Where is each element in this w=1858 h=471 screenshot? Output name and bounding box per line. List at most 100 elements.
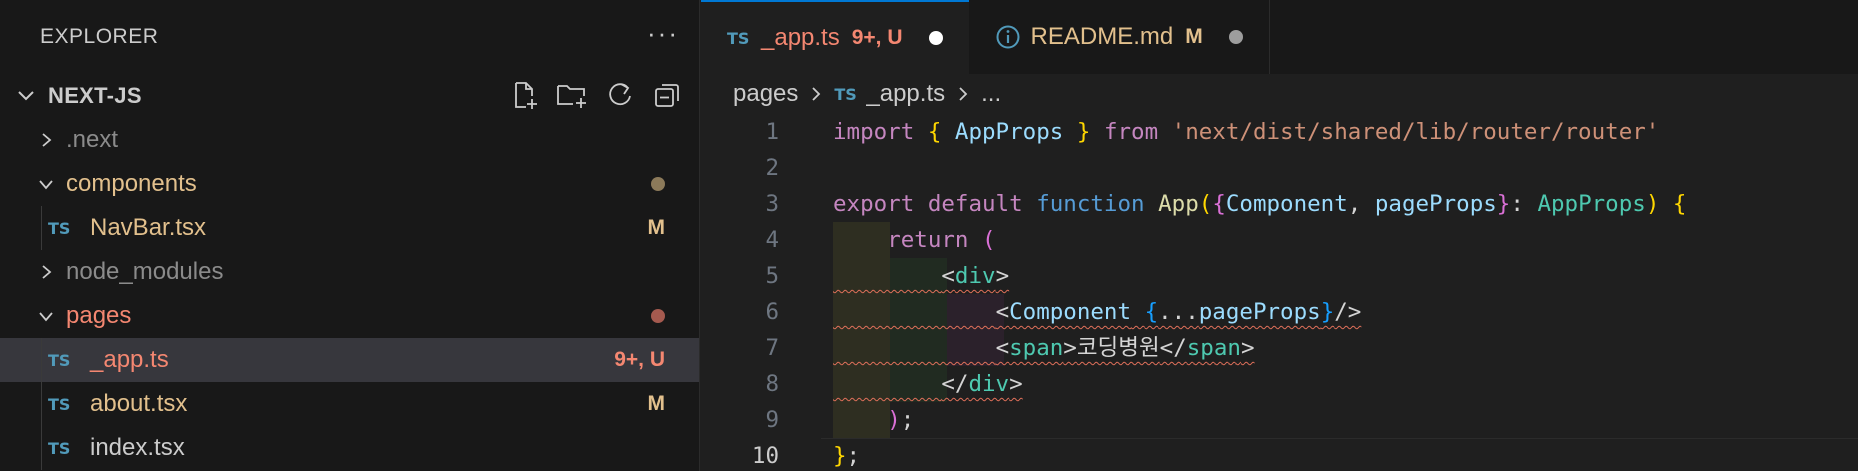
code-text: </div>: [833, 366, 1023, 402]
code-token: div: [954, 263, 996, 289]
tab-readme[interactable]: README.md M: [968, 0, 1270, 74]
typescript-icon: TS: [834, 84, 857, 104]
refresh-icon[interactable]: [603, 78, 637, 112]
code-token: default: [927, 191, 1023, 217]
chevron-right-icon: [955, 85, 971, 103]
code-token: 'next/dist/shared/lib/router/router': [1171, 119, 1660, 145]
breadcrumb-symbol[interactable]: ...: [981, 80, 1001, 108]
line-number: 2: [765, 155, 779, 181]
unsaved-dot-icon[interactable]: [1228, 30, 1243, 44]
code-token: </: [941, 371, 969, 397]
more-actions-icon[interactable]: ···: [647, 20, 679, 46]
breadcrumb-file[interactable]: _app.ts: [866, 80, 945, 108]
chevron-right-icon: [808, 85, 824, 103]
typescript-icon: TS: [48, 350, 71, 370]
line-number: 1: [765, 119, 779, 145]
project-name: NEXT-JS: [48, 83, 142, 108]
line-number: 10: [751, 443, 779, 469]
tree-item-label: pages: [66, 302, 132, 329]
error-dot: [651, 309, 665, 323]
code-token: div: [968, 371, 1010, 397]
code-token: ;: [900, 407, 915, 433]
code-line[interactable]: 1 import { AppProps } from 'next/dist/sha…: [701, 114, 1858, 150]
indent-guide: [41, 338, 42, 382]
tree-file-app[interactable]: TS _app.ts 9+, U: [0, 338, 699, 382]
tree-file-about[interactable]: TS about.tsx M: [0, 382, 699, 426]
code-token: />: [1334, 299, 1362, 325]
code-token: >: [995, 263, 1010, 289]
code-line[interactable]: 8 </div>: [701, 366, 1858, 402]
typescript-icon: TS: [48, 218, 71, 238]
explorer-header: EXPLORER ···: [0, 0, 699, 74]
code-token: Component: [1009, 299, 1132, 325]
code-editor[interactable]: 1 import { AppProps } from 'next/dist/sha…: [701, 114, 1858, 471]
tree-folder-pages[interactable]: pages: [0, 294, 699, 338]
code-token: ...: [1158, 299, 1199, 325]
tree-item-label: node_modules: [66, 258, 224, 285]
code-line[interactable]: 2: [701, 150, 1858, 186]
tree-item-label: NavBar.tsx: [90, 214, 207, 241]
code-text: <span>코딩병원</span>: [833, 330, 1255, 366]
git-status-badge: M: [647, 216, 666, 239]
code-token: ;: [846, 443, 861, 469]
new-file-icon[interactable]: [507, 78, 541, 112]
code-token: span: [1009, 335, 1064, 361]
code-token: Component: [1225, 191, 1348, 217]
code-line[interactable]: 7 <span>코딩병원</span>: [701, 330, 1858, 366]
tree-item-label: about.tsx: [90, 390, 188, 417]
chevron-down-icon: [32, 170, 60, 198]
code-token: }: [1076, 119, 1091, 145]
code-token: >: [1009, 371, 1023, 397]
tree-file-navbar[interactable]: TS NavBar.tsx M: [0, 206, 699, 250]
code-line[interactable]: 10};: [701, 438, 1858, 471]
indent-guide: [41, 206, 42, 250]
tree-item-label: components: [66, 170, 197, 197]
code-text: <div>: [833, 258, 1009, 294]
code-token: ): [1645, 191, 1660, 217]
code-text: <Component {...pageProps}/>: [833, 294, 1362, 330]
project-header[interactable]: NEXT-JS: [0, 74, 699, 118]
editor-area: TS _app.ts 9+, U README.md M pages TS _a…: [701, 0, 1858, 471]
breadcrumb-folder[interactable]: pages: [733, 80, 798, 108]
project-actions: [507, 78, 685, 112]
unsaved-dot-icon[interactable]: [928, 31, 943, 45]
typescript-icon: TS: [48, 438, 71, 458]
code-line[interactable]: 4 return (: [701, 222, 1858, 258]
code-text: return (: [833, 222, 995, 258]
line-number: 5: [765, 263, 779, 289]
tree-folder-components[interactable]: components: [0, 162, 699, 206]
code-line[interactable]: 5 <div>: [701, 258, 1858, 294]
line-number: 3: [765, 191, 779, 217]
tree-item-label: index.tsx: [90, 434, 185, 461]
code-line[interactable]: 9 );: [701, 402, 1858, 438]
line-number: 7: [765, 335, 779, 361]
tab-app-ts[interactable]: TS _app.ts 9+, U: [701, 0, 969, 74]
code-token: return: [887, 227, 969, 253]
code-token: >: [1240, 335, 1255, 361]
chevron-right-icon: [32, 126, 60, 154]
tree-folder-next[interactable]: .next: [0, 118, 699, 162]
code-token: span: [1186, 335, 1241, 361]
chevron-down-icon: [32, 302, 60, 330]
tree-file-index[interactable]: TS index.tsx: [0, 426, 699, 470]
code-token: }: [1320, 299, 1335, 325]
indent-guide: [41, 426, 42, 470]
code-line[interactable]: 6 <Component {...pageProps}/>: [701, 294, 1858, 330]
chevron-down-icon[interactable]: [12, 82, 40, 110]
code-token: export: [833, 191, 915, 217]
code-line[interactable]: 3 export default function App({Component,…: [701, 186, 1858, 222]
collapse-all-icon[interactable]: [651, 78, 685, 112]
new-folder-icon[interactable]: [555, 78, 589, 112]
tree-folder-node-modules[interactable]: node_modules: [0, 250, 699, 294]
